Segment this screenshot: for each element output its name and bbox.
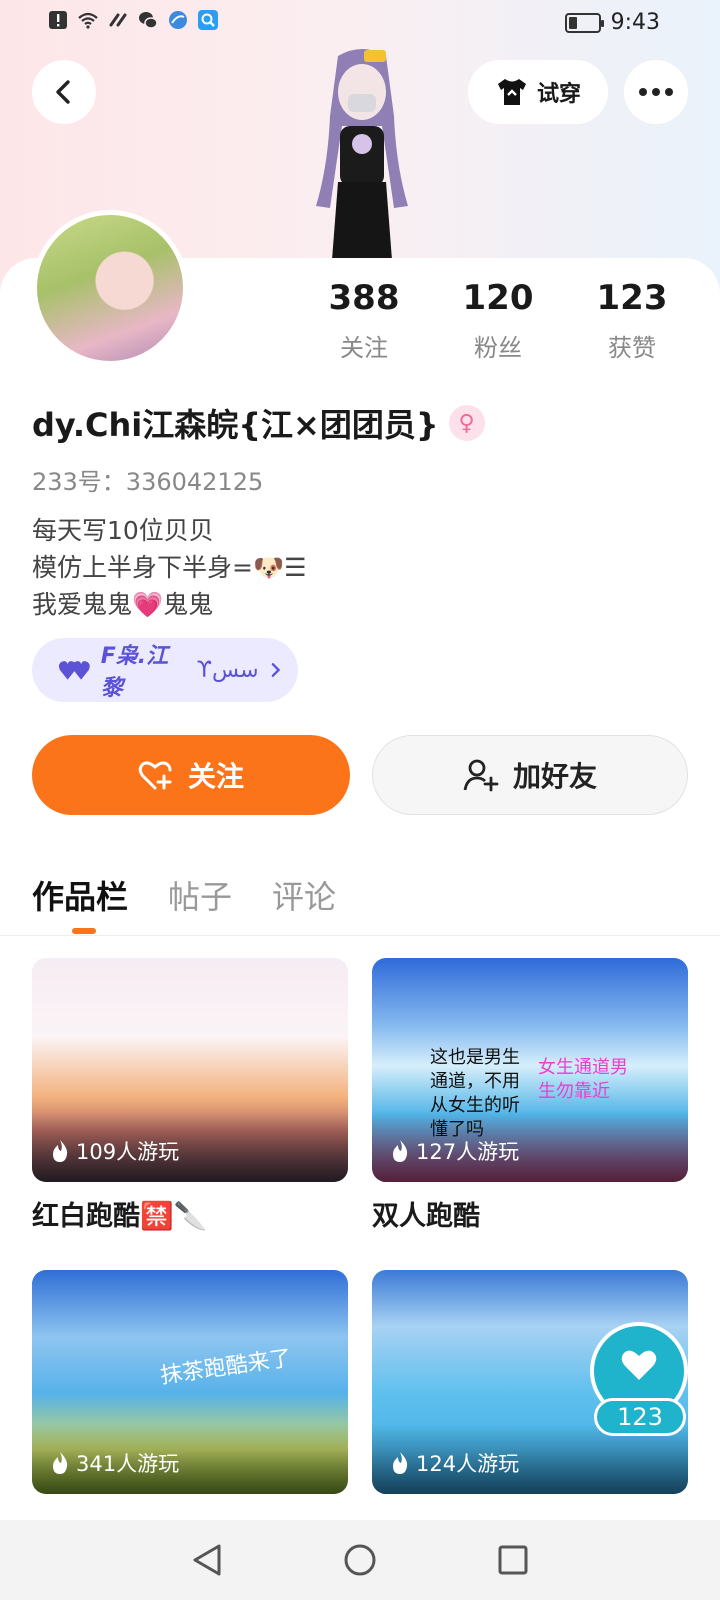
wechat-icon [139,12,158,29]
alert-icon [49,11,67,29]
flame-icon [393,1140,408,1162]
tab-posts[interactable]: 帖子 [168,872,232,918]
try-on-button[interactable]: 试穿 [468,60,608,124]
follow-button[interactable]: 关注 [32,735,350,815]
nav-back-icon[interactable] [191,1543,223,1577]
tab-comments[interactable]: 评论 [272,872,336,918]
username: dy.Chi江森皖{江×团团员} [32,406,439,444]
bio-line: 我爱鬼鬼💗鬼鬼 [32,590,214,619]
play-count: 109人游玩 [50,1136,179,1166]
content-tabs: 作品栏 帖子 评论 [32,872,336,918]
group-tag-pill[interactable]: F枭.江黎 ϒسس [32,638,298,702]
tab-works[interactable]: 作品栏 [32,872,128,918]
status-time: 9:43 [610,10,660,35]
user-id: 233号：336042125 [32,468,264,496]
female-gender-icon: ♀ [448,405,485,441]
play-count-label: 127人游玩 [416,1140,520,1164]
add-friend-button[interactable]: 加好友 [372,735,688,815]
chevron-left-icon [56,80,70,104]
work-card[interactable]: 这也是男生通道，不用从女生的听懂了吗 女生通道男生勿靠近 127人游玩 [372,958,688,1182]
tshirt-icon [497,79,526,105]
card-overlay-text: 抹茶跑酷来了 [158,1345,294,1390]
avatar-3d-figure [316,49,408,260]
floating-like-count: 123 [594,1398,686,1436]
link-icon [109,13,127,27]
stat-following[interactable]: 388 关注 [304,278,424,363]
play-count-label: 341人游玩 [76,1452,180,1476]
tab-divider [0,935,720,936]
browser-icon [169,11,187,29]
chevron-right-icon [271,663,280,677]
work-card[interactable]: 抹茶跑酷来了 341人游玩 [32,1270,348,1494]
card-overlay-text: 女生通道男生勿靠近 [538,1057,628,1102]
play-count: 341人游玩 [50,1448,179,1478]
stat-likes[interactable]: 123 获赞 [572,278,692,363]
search-app-icon [198,10,218,30]
play-count: 127人游玩 [390,1136,519,1166]
more-button[interactable] [624,60,688,124]
flame-icon [393,1452,408,1474]
heart-icon [621,1350,657,1380]
work-title[interactable]: 红白跑酷🈲🔪 [32,1194,207,1233]
add-user-icon [463,759,499,792]
work-title[interactable]: 双人跑酷 [372,1194,480,1233]
stat-likes-count: 123 [596,278,668,318]
group-tag-label: F枭.江黎 [100,644,169,701]
double-heart-icon [58,661,90,680]
active-tab-indicator [72,928,96,934]
bio-line: 模仿上半身下半身=🐶☰ [32,553,307,582]
heart-plus-icon [138,761,172,790]
stat-followers-label: 粉丝 [474,334,522,362]
stat-following-label: 关注 [340,334,388,362]
nav-recents-icon[interactable] [497,1544,529,1576]
bio: 每天写10位贝贝 模仿上半身下半身=🐶☰ 我爱鬼鬼💗鬼鬼 [32,512,307,623]
play-count: 124人游玩 [390,1448,519,1478]
group-tag-suffix: ϒسس [196,657,259,683]
username-row: dy.Chi江森皖{江×团团员} ♀ [32,400,485,446]
add-friend-label: 加好友 [512,760,597,793]
play-count-label: 124人游玩 [416,1452,520,1476]
follow-label: 关注 [187,760,244,793]
nav-home-icon[interactable] [343,1543,377,1577]
wifi-icon [78,12,98,29]
flame-icon [53,1140,68,1162]
system-nav-bar [0,1520,720,1600]
profile-avatar[interactable] [32,210,188,366]
back-button[interactable] [32,60,96,124]
stat-followers[interactable]: 120 粉丝 [438,278,558,363]
flame-icon [53,1452,68,1474]
more-dots-icon [639,88,673,96]
work-card[interactable]: 109人游玩 [32,958,348,1182]
status-bar: 9:43 [0,0,720,48]
stat-following-count: 388 [328,278,400,318]
bio-line: 每天写10位贝贝 [32,516,214,545]
battery-icon [564,12,604,33]
try-on-label: 试穿 [536,82,581,107]
stat-likes-label: 获赞 [608,334,656,362]
stat-followers-count: 120 [462,278,534,318]
play-count-label: 109人游玩 [76,1140,180,1164]
